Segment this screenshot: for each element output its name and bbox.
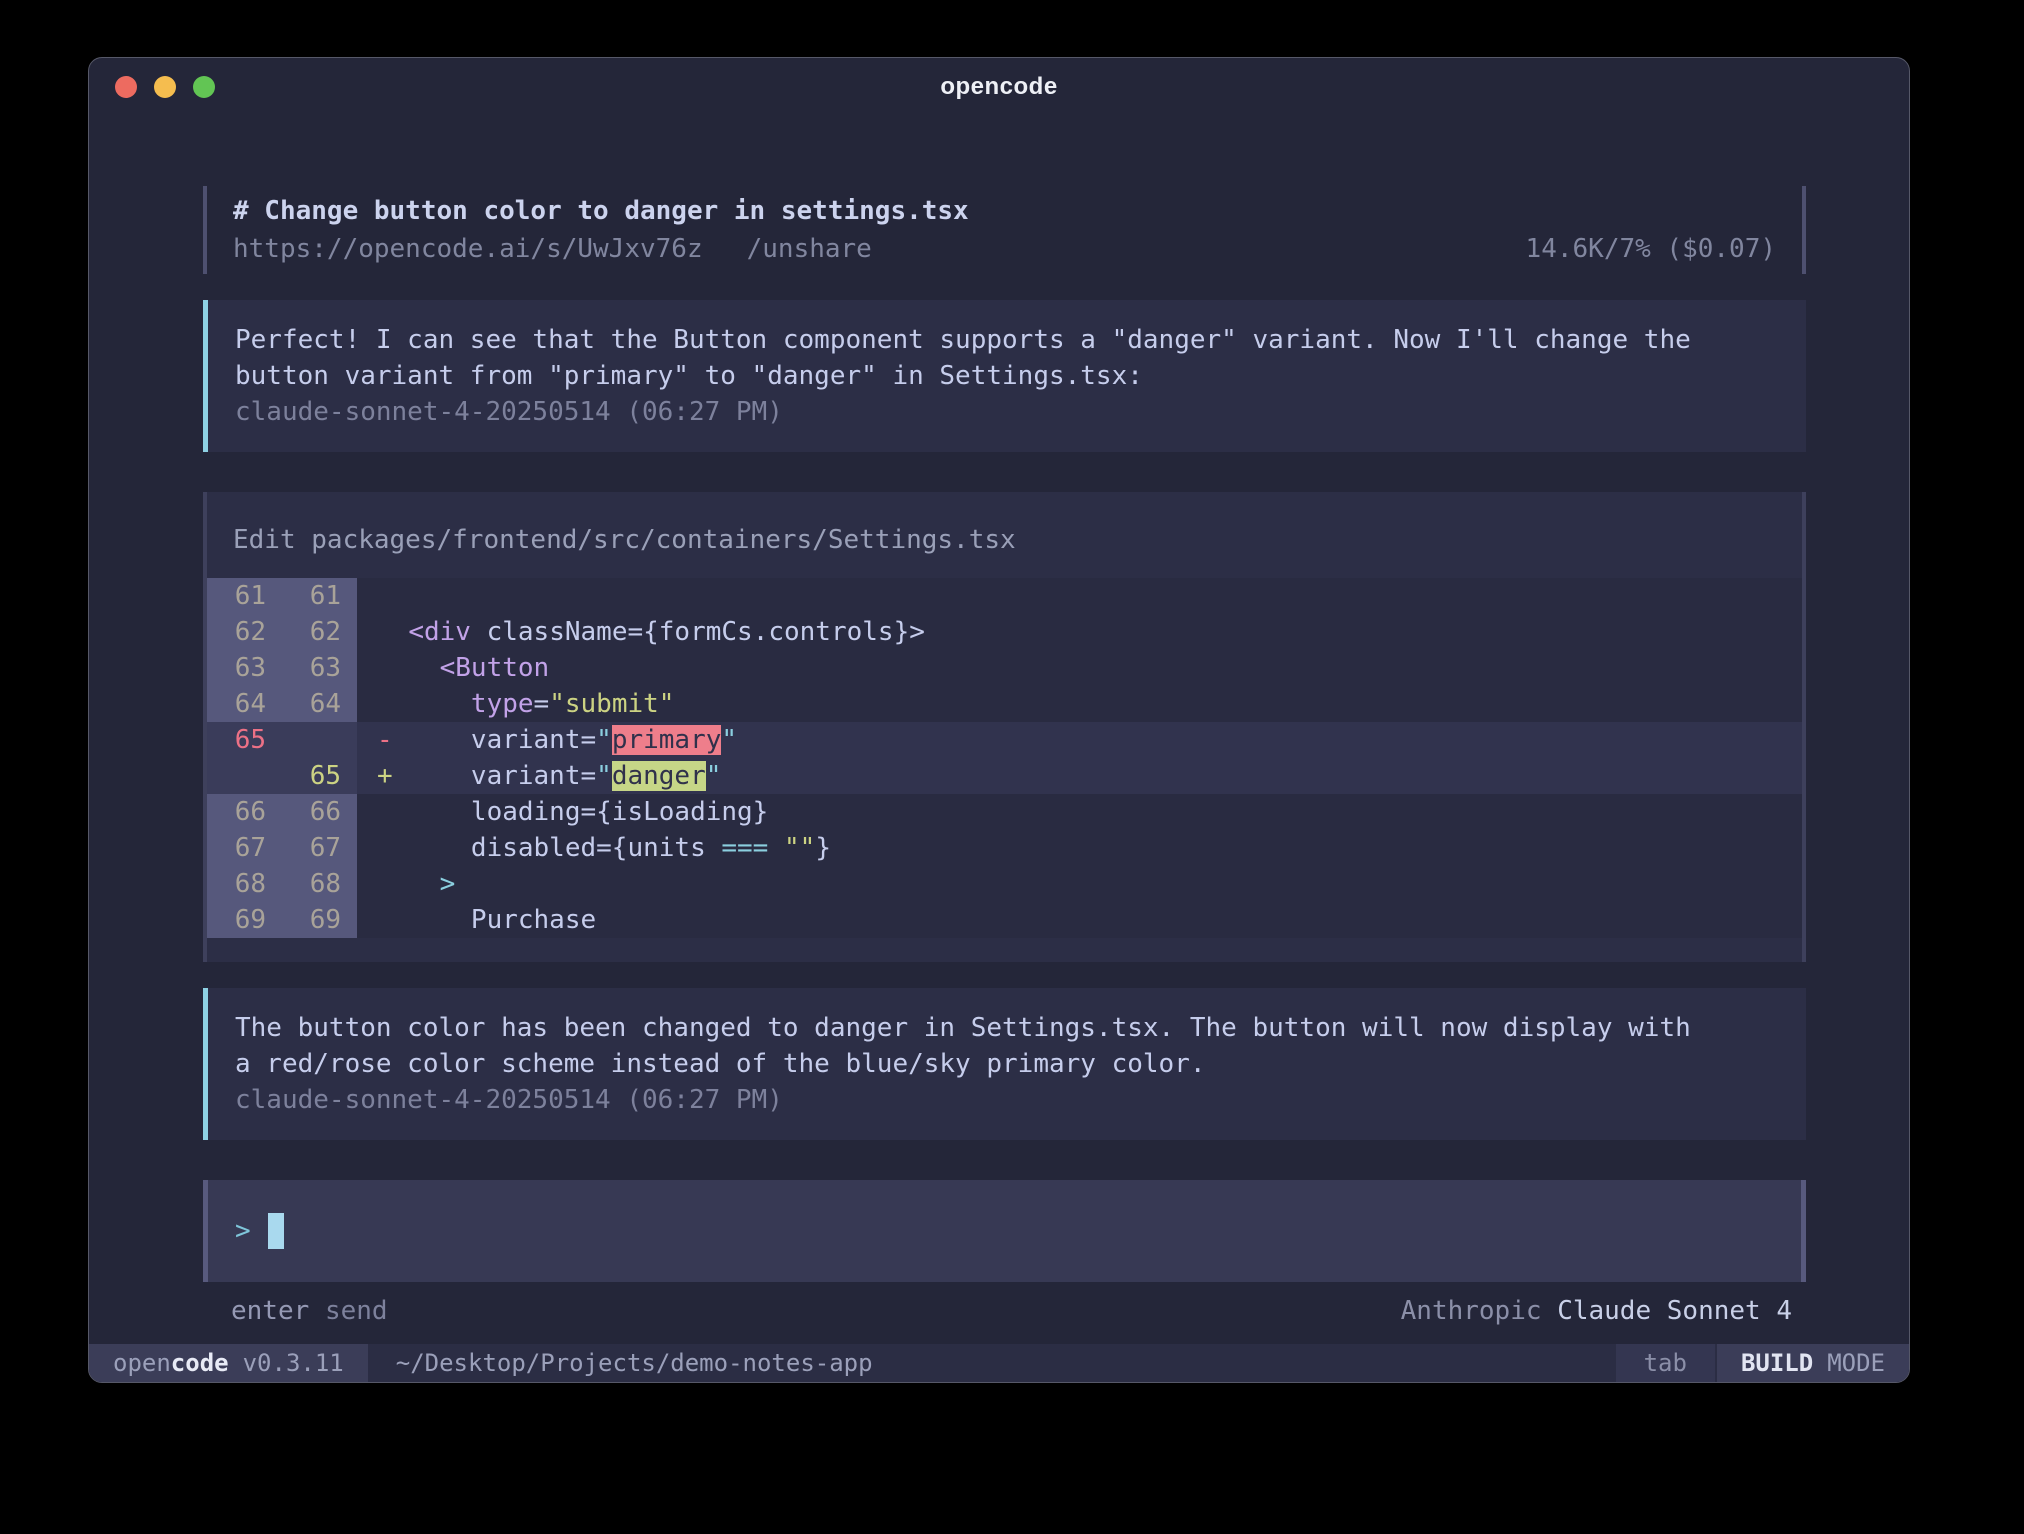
text-cursor: [268, 1213, 284, 1249]
diff-row: 6363 <Button: [207, 650, 1802, 686]
new-line-number: 68: [282, 866, 357, 902]
diff-row: 65+ variant="danger": [207, 758, 1802, 794]
mode-indicator: BUILDMODE: [1715, 1344, 1909, 1382]
old-line-number: 69: [207, 902, 282, 938]
assistant-message-2: The button color has been changed to dan…: [203, 988, 1806, 1140]
diff-code-line: + variant="danger": [357, 758, 1802, 794]
diff-code-line: Purchase: [357, 902, 1802, 938]
diff-row: 6868 >: [207, 866, 1802, 902]
app-version-chip: opencodev0.3.11: [89, 1344, 368, 1382]
working-directory: ~/Desktop/Projects/demo-notes-app: [396, 1344, 873, 1382]
new-line-number: [282, 722, 357, 758]
assistant-message-1: Perfect! I can see that the Button compo…: [203, 300, 1806, 452]
old-line-number: [207, 758, 282, 794]
new-line-number: 66: [282, 794, 357, 830]
old-line-number: 67: [207, 830, 282, 866]
diff-code-line: disabled={units === ""}: [357, 830, 1802, 866]
message-meta: claude-sonnet-4-20250514 (06:27 PM): [235, 1082, 1779, 1118]
context-stats: 14.6K/7% ($0.07): [1526, 230, 1776, 268]
diff-code-line: [357, 578, 1802, 614]
old-line-number: 63: [207, 650, 282, 686]
message-line: Perfect! I can see that the Button compo…: [235, 322, 1779, 358]
diff-code-line: <div className={formCs.controls}>: [357, 614, 1802, 650]
session-header: # Change button color to danger in setti…: [203, 186, 1806, 274]
diff-row: 6969 Purchase: [207, 902, 1802, 938]
send-hint: enter send: [231, 1294, 388, 1328]
new-line-number: 67: [282, 830, 357, 866]
edit-tool-title: Edit packages/frontend/src/containers/Se…: [207, 522, 1802, 558]
diff-view: 61616262 <div className={formCs.controls…: [207, 578, 1802, 938]
new-line-number: 65: [282, 758, 357, 794]
diff-row: 6161: [207, 578, 1802, 614]
session-subheader: https://opencode.ai/s/UwJxv76z/unshare 1…: [233, 230, 1776, 268]
old-line-number: 68: [207, 866, 282, 902]
diff-code-line: type="submit": [357, 686, 1802, 722]
prompt-input[interactable]: >: [203, 1180, 1806, 1282]
old-line-number: 65: [207, 722, 282, 758]
new-line-number: 61: [282, 578, 357, 614]
main-content: # Change button color to danger in setti…: [89, 116, 1909, 1344]
diff-code-line: <Button: [357, 650, 1802, 686]
prompt-symbol: >: [235, 1216, 251, 1246]
message-meta: claude-sonnet-4-20250514 (06:27 PM): [235, 394, 1779, 430]
diff-row: 6767 disabled={units === ""}: [207, 830, 1802, 866]
opencode-window: opencode # Change button color to danger…: [88, 57, 1910, 1383]
old-line-number: 66: [207, 794, 282, 830]
tab-key-hint[interactable]: tab: [1616, 1344, 1715, 1382]
message-line: The button color has been changed to dan…: [235, 1010, 1779, 1046]
diff-row: 6464 type="submit": [207, 686, 1802, 722]
new-line-number: 63: [282, 650, 357, 686]
diff-row: 6262 <div className={formCs.controls}>: [207, 614, 1802, 650]
new-line-number: 62: [282, 614, 357, 650]
hint-row: enter send Anthropic Claude Sonnet 4: [203, 1294, 1806, 1328]
message-line: button variant from "primary" to "danger…: [235, 358, 1779, 394]
status-bar: opencodev0.3.11 ~/Desktop/Projects/demo-…: [89, 1344, 1909, 1382]
old-line-number: 64: [207, 686, 282, 722]
diff-code-line: loading={isLoading}: [357, 794, 1802, 830]
new-line-number: 69: [282, 902, 357, 938]
minimize-button[interactable]: [154, 76, 176, 98]
diff-row: 6666 loading={isLoading}: [207, 794, 1802, 830]
share-url[interactable]: https://opencode.ai/s/UwJxv76z: [233, 234, 703, 264]
old-line-number: 62: [207, 614, 282, 650]
new-line-number: 64: [282, 686, 357, 722]
titlebar: opencode: [89, 58, 1909, 116]
session-title: # Change button color to danger in setti…: [233, 192, 1776, 230]
old-line-number: 61: [207, 578, 282, 614]
addition-marker: +: [377, 758, 393, 794]
diff-code-line: >: [357, 866, 1802, 902]
close-button[interactable]: [115, 76, 137, 98]
model-indicator: Anthropic Claude Sonnet 4: [1401, 1294, 1792, 1328]
traffic-lights: [115, 58, 215, 116]
message-line: a red/rose color scheme instead of the b…: [235, 1046, 1779, 1082]
diff-row: 65 - variant="primary": [207, 722, 1802, 758]
diff-code-line: - variant="primary": [357, 722, 1802, 758]
zoom-button[interactable]: [193, 76, 215, 98]
window-title: opencode: [940, 73, 1057, 101]
unshare-command[interactable]: /unshare: [747, 234, 872, 264]
edit-tool-block: Edit packages/frontend/src/containers/Se…: [203, 492, 1806, 962]
deletion-marker: -: [377, 722, 393, 758]
